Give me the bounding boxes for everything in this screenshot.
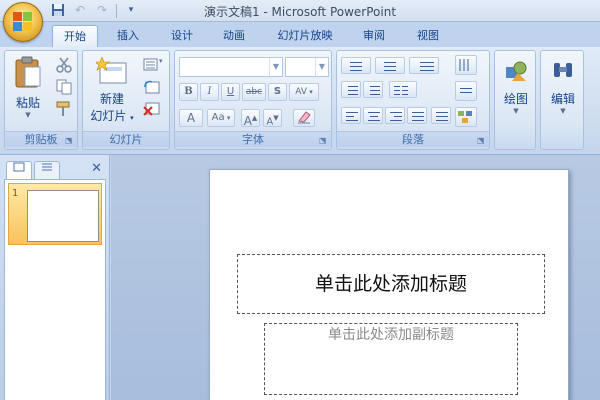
slide-canvas[interactable]: 单击此处添加标题 单击此处添加副标题 xyxy=(209,169,569,400)
convert-to-smartart-button[interactable] xyxy=(455,107,477,127)
character-spacing-button[interactable]: AV ▾ xyxy=(289,83,319,101)
paste-button[interactable]: 粘贴 ▼ xyxy=(9,55,47,127)
change-case-button[interactable]: Aa ▾ xyxy=(207,109,235,127)
font-name-combobox[interactable]: ▼ xyxy=(179,57,283,77)
clipboard-group: 粘贴 ▼ 剪贴板 ⬔ xyxy=(4,50,78,150)
slides-group-label: 幻灯片 xyxy=(83,131,169,147)
font-color-button[interactable]: A xyxy=(179,109,203,127)
slide-thumbnails: 1 xyxy=(4,179,106,400)
underline-button[interactable]: U xyxy=(221,83,240,101)
delete-slide-icon[interactable] xyxy=(143,101,161,117)
new-slide-button[interactable]: 新建 幻灯片 ▾ xyxy=(85,56,139,129)
align-center-button[interactable] xyxy=(363,107,383,124)
tab-review[interactable]: 审阅 xyxy=(352,25,396,47)
italic-button[interactable]: I xyxy=(200,83,219,101)
slide-thumbnail-preview xyxy=(27,190,99,242)
change-case-label: Aa xyxy=(211,112,225,123)
drawing-group: 绘图 ▼ xyxy=(494,50,536,150)
editing-group: 编辑 ▼ xyxy=(540,50,584,150)
columns-button[interactable] xyxy=(389,81,417,98)
ribbon-tabs: 开始 插入 设计 动画 幻灯片放映 审阅 视图 xyxy=(0,22,600,47)
layout-dropdown-icon[interactable]: ▾ xyxy=(159,57,163,65)
binoculars-icon xyxy=(554,63,572,77)
tab-home[interactable]: 开始 xyxy=(52,25,98,47)
font-size-dropdown-icon[interactable]: ▼ xyxy=(315,58,328,76)
format-painter-icon[interactable] xyxy=(55,101,73,117)
slides-panel: ✕ 1 xyxy=(0,155,110,400)
font-name-dropdown-icon[interactable]: ▼ xyxy=(269,58,282,76)
drawing-button[interactable]: 绘图 ▼ xyxy=(497,59,535,115)
slides-tab[interactable] xyxy=(6,161,32,179)
font-group-label: 字体 xyxy=(175,131,331,147)
close-panel-icon[interactable]: ✕ xyxy=(91,161,102,176)
shrink-font-button[interactable]: A▼ xyxy=(263,109,282,127)
font-color-label: A xyxy=(186,111,196,125)
outline-tab-icon xyxy=(42,163,52,171)
clear-formatting-icon xyxy=(298,111,311,124)
slide-number: 1 xyxy=(12,188,19,199)
ribbon: 粘贴 ▼ 剪贴板 ⬔ 新建 幻灯片 ▾ ▾ 幻灯片 ▼ ▼ B I U abc … xyxy=(0,47,600,155)
bullets-button[interactable] xyxy=(341,57,371,74)
font-group: ▼ ▼ B I U abc S AV ▾ A Aa ▾ A▲ A▼ 字体 ⬔ xyxy=(174,50,332,150)
line-spacing-button[interactable] xyxy=(409,57,439,74)
increase-indent-button[interactable] xyxy=(363,81,383,98)
new-slide-label-second: 幻灯片 xyxy=(90,109,127,123)
reset-icon[interactable] xyxy=(143,79,161,95)
paragraph-group-label: 段落 xyxy=(337,131,489,147)
new-slide-label-line2: 幻灯片 ▾ xyxy=(90,109,134,123)
paragraph-launcher-icon[interactable]: ⬔ xyxy=(477,136,486,145)
title-placeholder[interactable]: 单击此处添加标题 xyxy=(237,254,545,314)
clear-formatting-button[interactable] xyxy=(293,109,315,127)
office-button[interactable] xyxy=(3,2,43,42)
strikethrough-button[interactable]: abc xyxy=(242,83,266,101)
align-left-button[interactable] xyxy=(341,107,361,124)
subtitle-placeholder[interactable]: 单击此处添加副标题 xyxy=(264,323,518,395)
slide-thumbnail-1[interactable]: 1 xyxy=(8,183,102,245)
grow-font-button[interactable]: A▲ xyxy=(241,109,260,128)
grow-font-label: A xyxy=(243,114,252,128)
slides-group: 新建 幻灯片 ▾ ▾ 幻灯片 xyxy=(82,50,170,150)
copy-icon[interactable] xyxy=(55,79,73,95)
tab-design[interactable]: 设计 xyxy=(160,25,204,47)
shapes-icon xyxy=(506,61,527,81)
clipboard-launcher-icon[interactable]: ⬔ xyxy=(65,136,74,145)
new-slide-icon xyxy=(94,56,127,84)
paste-label: 粘贴 xyxy=(15,96,40,110)
outline-tab[interactable] xyxy=(34,161,60,179)
distributed-button[interactable] xyxy=(431,107,451,124)
editing-button[interactable]: 编辑 ▼ xyxy=(543,59,583,115)
tab-insert[interactable]: 插入 xyxy=(106,25,150,47)
cut-icon[interactable] xyxy=(55,57,73,73)
title-bar: ↶ ↷ ▾ 演示文稿1 - Microsoft PowerPoint xyxy=(0,0,600,22)
panel-tabs: ✕ xyxy=(4,159,108,179)
tab-slide-show[interactable]: 幻灯片放映 xyxy=(268,25,342,47)
text-shadow-button[interactable]: S xyxy=(268,83,287,101)
bold-button[interactable]: B xyxy=(179,83,198,101)
office-logo-icon xyxy=(13,12,33,32)
font-launcher-icon[interactable]: ⬔ xyxy=(319,136,328,145)
smartart-icon xyxy=(458,111,472,123)
new-slide-label: 新建 xyxy=(99,92,124,106)
align-text-button[interactable] xyxy=(455,81,477,101)
text-direction-button[interactable] xyxy=(455,55,477,75)
tab-view[interactable]: 视图 xyxy=(406,25,450,47)
decrease-indent-button[interactable] xyxy=(341,81,361,98)
paragraph-group: 段落 ⬔ xyxy=(336,50,490,150)
align-right-button[interactable] xyxy=(385,107,405,124)
font-size-combobox[interactable]: ▼ xyxy=(285,57,329,77)
paste-icon xyxy=(15,56,41,88)
justify-button[interactable] xyxy=(407,107,427,124)
slides-tab-icon xyxy=(13,162,25,172)
numbering-button[interactable] xyxy=(375,57,405,74)
window-title: 演示文稿1 - Microsoft PowerPoint xyxy=(203,5,397,19)
drawing-label: 绘图 xyxy=(503,92,528,106)
editing-label: 编辑 xyxy=(550,92,575,106)
character-spacing-label: AV xyxy=(295,87,307,97)
tab-animations[interactable]: 动画 xyxy=(212,25,256,47)
text-direction-icon xyxy=(459,59,469,71)
slide-workspace: 单击此处添加标题 单击此处添加副标题 xyxy=(111,155,600,400)
